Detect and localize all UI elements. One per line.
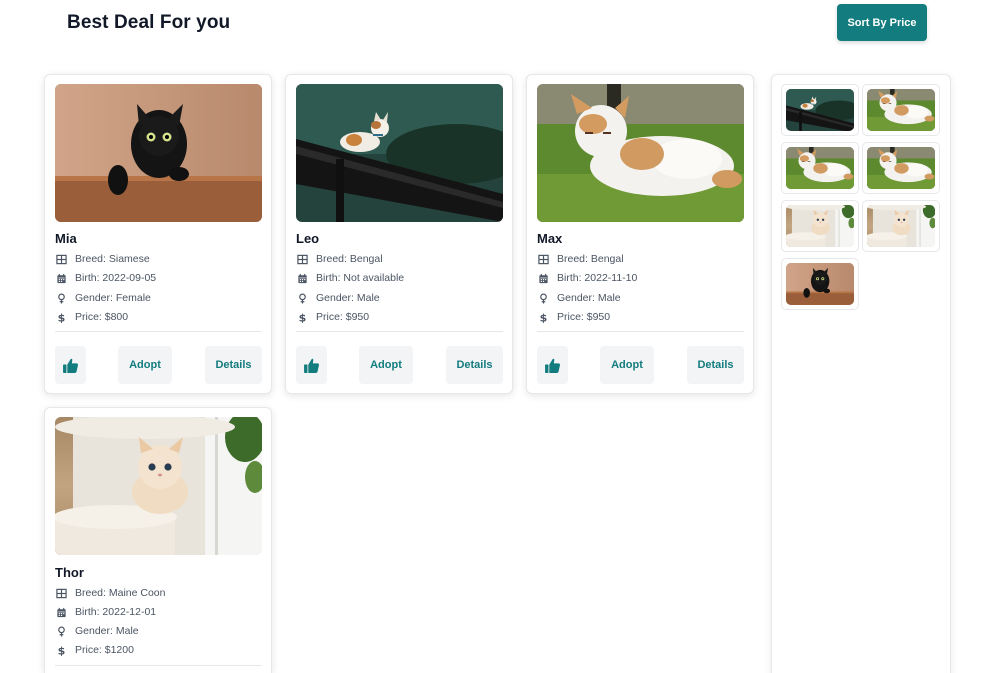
thumbnail-sidebar xyxy=(771,74,951,673)
dollar-icon xyxy=(55,644,67,656)
gender-row: Gender: Male xyxy=(537,291,621,305)
price-text: Price: $950 xyxy=(557,311,611,323)
gender-text: Gender: Male xyxy=(316,292,380,304)
pet-photo[interactable] xyxy=(537,84,744,222)
calendar-icon xyxy=(296,272,308,284)
calendar-icon xyxy=(55,606,67,618)
breed-row: Breed: Bengal xyxy=(537,252,624,266)
breed-text: Breed: Maine Coon xyxy=(75,587,166,599)
birth-row: Birth: Not available xyxy=(296,271,404,285)
thumbnail-max[interactable] xyxy=(862,84,940,136)
pet-name: Leo xyxy=(296,231,320,246)
breed-text: Breed: Bengal xyxy=(557,253,624,265)
birth-row: Birth: 2022-11-10 xyxy=(537,271,637,285)
breed-text: Breed: Bengal xyxy=(316,253,383,265)
pet-name: Max xyxy=(537,231,563,246)
thumbnail-thor[interactable] xyxy=(862,200,940,252)
gender-text: Gender: Female xyxy=(75,292,151,304)
birth-text: Birth: 2022-11-10 xyxy=(557,272,638,284)
birth-row: Birth: 2022-12-01 xyxy=(55,605,156,619)
pet-card-max: Max Breed: Bengal Birth: 2022-11-10 Gend… xyxy=(526,74,754,394)
birth-text: Birth: Not available xyxy=(316,272,405,284)
price-row: Price: $950 xyxy=(537,310,610,324)
birth-row: Birth: 2022-09-05 xyxy=(55,271,156,285)
grid-icon xyxy=(296,253,308,265)
thumbnail-max[interactable] xyxy=(862,142,940,194)
gender-text: Gender: Male xyxy=(557,292,621,304)
pet-name: Thor xyxy=(55,565,84,580)
divider xyxy=(537,331,744,332)
pet-card-mia: Mia Breed: Siamese Birth: 2022-09-05 Gen… xyxy=(44,74,272,394)
gender-row: Gender: Male xyxy=(296,291,380,305)
adopt-button[interactable]: Adopt xyxy=(118,346,172,384)
sort-by-price-button[interactable]: Sort By Price xyxy=(837,4,927,41)
gender-row: Gender: Male xyxy=(55,624,139,638)
details-button[interactable]: Details xyxy=(205,346,262,384)
calendar-icon xyxy=(537,272,549,284)
gender-row: Gender: Female xyxy=(55,291,151,305)
dollar-icon xyxy=(55,311,67,323)
birth-text: Birth: 2022-12-01 xyxy=(75,606,157,618)
calendar-icon xyxy=(55,272,67,284)
birth-text: Birth: 2022-09-05 xyxy=(75,272,157,284)
thumbs-up-icon xyxy=(544,357,561,374)
thumbs-up-icon xyxy=(303,357,320,374)
price-row: Price: $1200 xyxy=(55,643,134,657)
dollar-icon xyxy=(537,311,549,323)
like-button[interactable] xyxy=(296,346,327,384)
grid-icon xyxy=(537,253,549,265)
gender-icon xyxy=(55,292,67,304)
pet-card-thor: Thor Breed: Maine Coon Birth: 2022-12-01… xyxy=(44,407,272,673)
thumbnail-leo[interactable] xyxy=(781,84,859,136)
breed-row: Breed: Maine Coon xyxy=(55,586,165,600)
price-text: Price: $950 xyxy=(316,311,370,323)
details-button[interactable]: Details xyxy=(446,346,503,384)
gender-icon xyxy=(296,292,308,304)
adopt-button[interactable]: Adopt xyxy=(359,346,413,384)
price-text: Price: $800 xyxy=(75,311,129,323)
thumbs-up-icon xyxy=(62,357,79,374)
details-button[interactable]: Details xyxy=(687,346,744,384)
divider xyxy=(296,331,503,332)
pet-photo[interactable] xyxy=(55,417,262,555)
like-button[interactable] xyxy=(55,346,86,384)
dollar-icon xyxy=(296,311,308,323)
pet-card-leo: Leo Breed: Bengal Birth: Not available G… xyxy=(285,74,513,394)
price-row: Price: $950 xyxy=(296,310,369,324)
divider xyxy=(55,331,262,332)
pet-photo[interactable] xyxy=(55,84,262,222)
grid-icon xyxy=(55,253,67,265)
grid-icon xyxy=(55,587,67,599)
pet-name: Mia xyxy=(55,231,77,246)
adopt-button[interactable]: Adopt xyxy=(600,346,654,384)
like-button[interactable] xyxy=(537,346,568,384)
page-title: Best Deal For you xyxy=(67,12,231,33)
pet-photo[interactable] xyxy=(296,84,503,222)
breed-row: Breed: Bengal xyxy=(296,252,383,266)
thumbnail-mia[interactable] xyxy=(781,258,859,310)
gender-icon xyxy=(537,292,549,304)
price-text: Price: $1200 xyxy=(75,644,134,656)
thumbnail-max[interactable] xyxy=(781,142,859,194)
breed-text: Breed: Siamese xyxy=(75,253,150,265)
gender-text: Gender: Male xyxy=(75,625,139,637)
gender-icon xyxy=(55,625,67,637)
breed-row: Breed: Siamese xyxy=(55,252,150,266)
price-row: Price: $800 xyxy=(55,310,128,324)
divider xyxy=(55,665,262,666)
thumbnail-thor[interactable] xyxy=(781,200,859,252)
